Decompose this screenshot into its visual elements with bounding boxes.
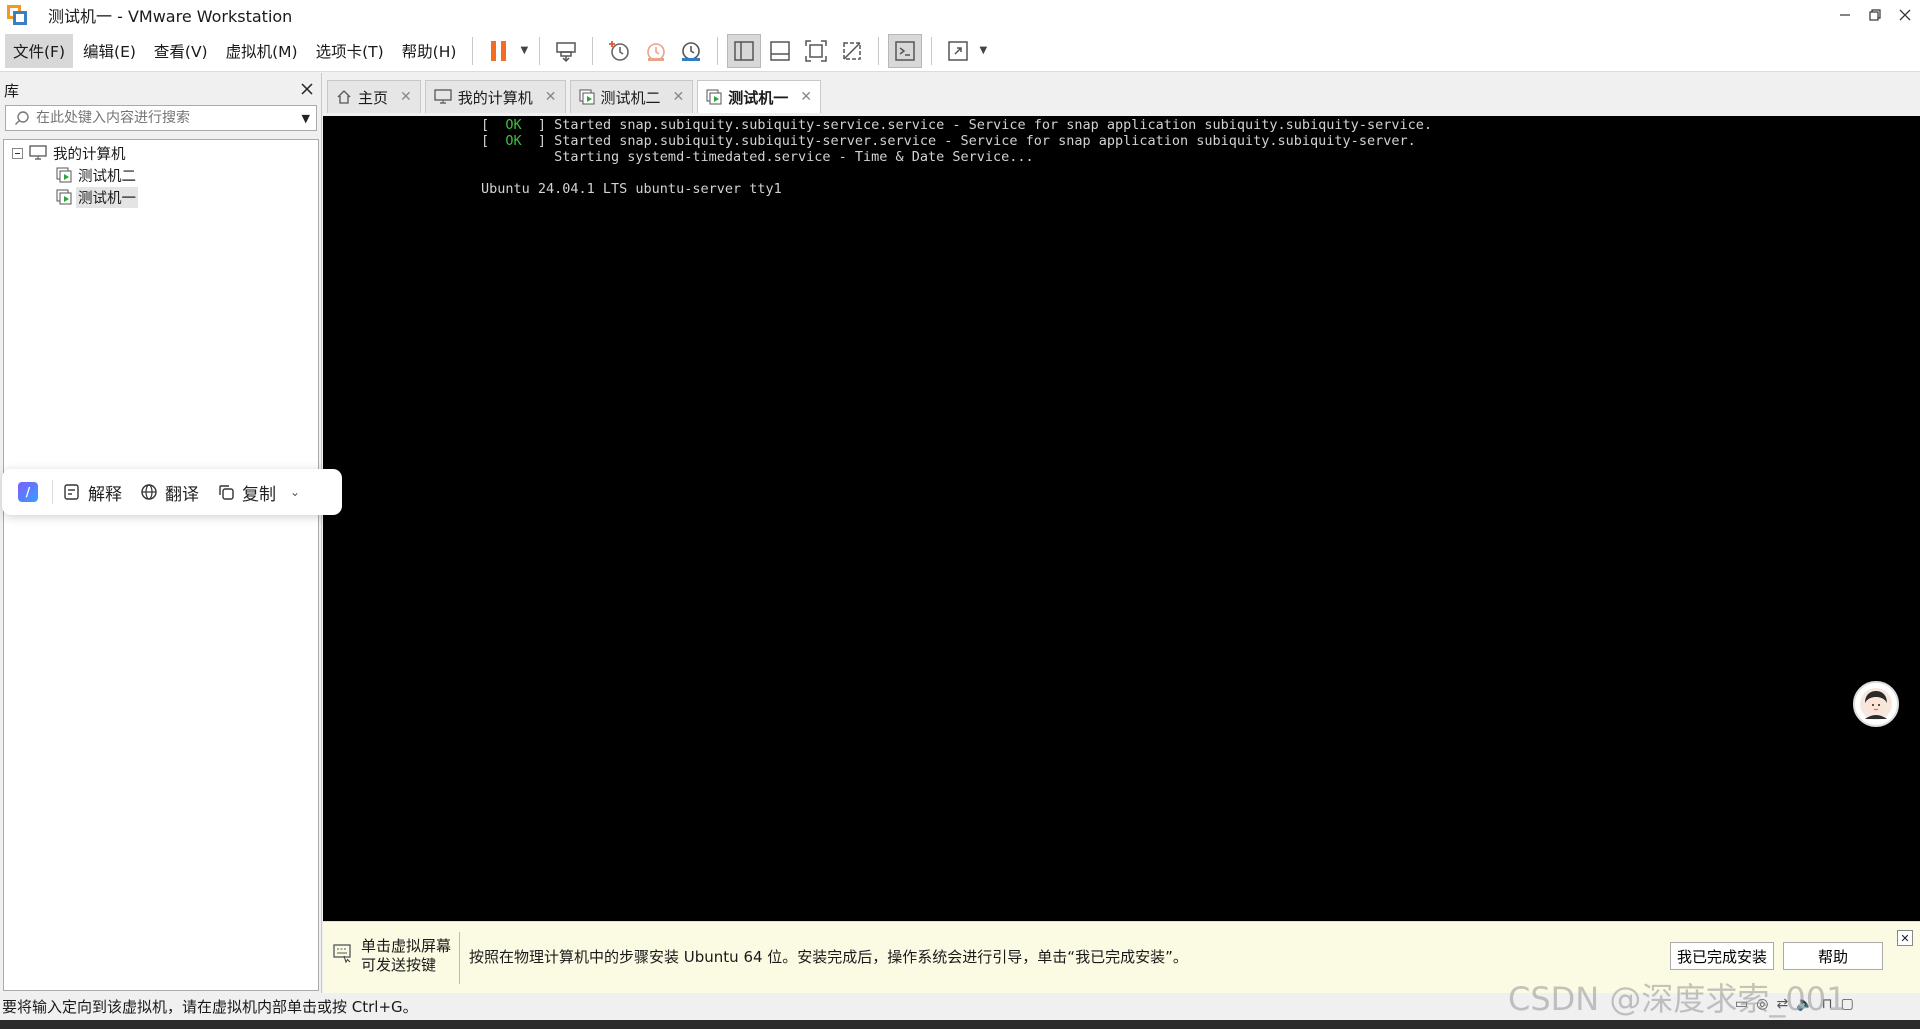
- tab-close-icon[interactable]: ✕: [545, 89, 557, 105]
- send-ctrl-alt-del-icon[interactable]: [549, 34, 583, 68]
- selection-tool-bar: / 解释 翻译 复制 ⌄: [2, 469, 342, 515]
- vm-icon: [706, 89, 722, 105]
- close-infobar-icon[interactable]: ✕: [1897, 930, 1913, 946]
- infobar-divider: [459, 932, 460, 984]
- toolbar-divider: [592, 36, 594, 65]
- vm-icon: [56, 167, 72, 183]
- toolbar-divider: [717, 36, 719, 65]
- close-button[interactable]: [1890, 0, 1920, 30]
- copy-button[interactable]: 复制: [217, 480, 276, 505]
- computer-icon: [29, 145, 47, 161]
- main-content: 主页 ✕ 我的计算机 ✕ 测试机二 ✕ 测试机一 ✕ [ OK ] Starte…: [323, 73, 1920, 993]
- stretch-guest-icon[interactable]: [941, 34, 975, 68]
- console-line: [ OK ] Started snap.subiquity.subiquity-…: [481, 117, 1432, 133]
- home-icon: [336, 89, 352, 105]
- library-panel: 库 ▼ 我的计算机 测试机二: [0, 73, 322, 993]
- window-title: 测试机一 - VMware Workstation: [48, 7, 293, 26]
- tab-my-computer[interactable]: 我的计算机 ✕: [424, 80, 566, 113]
- help-button[interactable]: 帮助: [1783, 942, 1883, 970]
- toolbar-divider: [539, 36, 541, 65]
- tab-close-icon[interactable]: ✕: [800, 89, 812, 105]
- tree-label: 测试机二: [78, 168, 136, 185]
- taskbar-strip: [0, 1020, 1920, 1029]
- toolbar-divider: [878, 36, 880, 65]
- tree-item-vm[interactable]: 测试机二: [56, 165, 138, 185]
- power-dropdown-chevron-icon[interactable]: ▼: [517, 34, 531, 68]
- tree-label-selected: 测试机一: [76, 186, 138, 208]
- keyboard-icon: [333, 942, 353, 964]
- tab-close-icon[interactable]: ✕: [400, 89, 412, 105]
- full-screen-icon[interactable]: [799, 34, 833, 68]
- tree-item-my-computer[interactable]: 我的计算机: [12, 143, 128, 163]
- unity-icon[interactable]: [835, 34, 869, 68]
- toolbar-divider: [472, 36, 474, 65]
- tab-vm-2[interactable]: 测试机二 ✕: [569, 80, 694, 113]
- collapse-icon[interactable]: [12, 147, 23, 159]
- tab-label: 测试机二: [600, 88, 661, 107]
- search-dropdown-chevron-icon[interactable]: ▼: [302, 112, 310, 125]
- tab-close-icon[interactable]: ✕: [673, 89, 685, 105]
- title-bar: 测试机一 - VMware Workstation: [0, 0, 1920, 30]
- tree-label: 我的计算机: [53, 146, 126, 163]
- copy-icon: [219, 485, 234, 500]
- finish-install-button[interactable]: 我已完成安装: [1670, 942, 1774, 970]
- menu-toolbar: 文件(F) 编辑(E) 查看(V) 虚拟机(M) 选项卡(T) 帮助(H) ▼ …: [0, 30, 1920, 72]
- menu-view[interactable]: 查看(V): [146, 34, 216, 68]
- revert-snapshot-icon[interactable]: [638, 34, 672, 68]
- csdn-watermark: CSDN @深度求索_001: [1508, 980, 1847, 1018]
- minimize-button[interactable]: [1830, 0, 1860, 30]
- menu-file[interactable]: 文件(F): [5, 33, 74, 68]
- console-line: Starting systemd-timedated.service - Tim…: [481, 149, 1034, 165]
- vmware-logo-icon: [6, 4, 28, 26]
- float-divider: [52, 480, 53, 504]
- console-view-icon[interactable]: [888, 33, 923, 68]
- console-line: [ OK ] Started snap.subiquity.subiquity-…: [481, 133, 1416, 149]
- computer-icon: [434, 89, 452, 105]
- click-hint: 单击虚拟屏幕 可发送按键: [361, 937, 452, 974]
- console-line: Ubuntu 24.04.1 LTS ubuntu-server tty1: [481, 181, 782, 197]
- stretch-dropdown-chevron-icon[interactable]: ▼: [976, 34, 990, 68]
- explain-icon: [64, 484, 79, 500]
- menu-tabs[interactable]: 选项卡(T): [308, 34, 392, 68]
- assistant-avatar-icon[interactable]: [1853, 681, 1899, 727]
- toolbar-divider: [931, 36, 933, 65]
- library-search-input[interactable]: [30, 110, 302, 126]
- globe-icon: [141, 484, 157, 500]
- menu-edit[interactable]: 编辑(E): [75, 34, 144, 68]
- snapshot-icon[interactable]: [602, 34, 636, 68]
- menu-help[interactable]: 帮助(H): [394, 34, 465, 68]
- vm-icon: [56, 189, 72, 205]
- thumbnail-bar-icon[interactable]: [763, 34, 797, 68]
- tab-label: 我的计算机: [457, 88, 533, 107]
- manage-snapshots-icon[interactable]: [674, 34, 708, 68]
- status-text: 要将输入定向到该虚拟机，请在虚拟机内部单击或按 Ctrl+G。: [2, 998, 418, 1016]
- tab-strip: 主页 ✕ 我的计算机 ✕ 测试机二 ✕ 测试机一 ✕: [327, 80, 825, 113]
- tree-item-vm[interactable]: 测试机一: [56, 186, 138, 208]
- install-message: 按照在物理计算机中的步骤安装 Ubuntu 64 位。安装完成后，操作系统会进行…: [469, 948, 1188, 966]
- close-library-icon[interactable]: [301, 81, 313, 99]
- explain-button[interactable]: 解释: [63, 480, 122, 505]
- tab-label: 主页: [358, 88, 389, 107]
- library-search-box: ▼: [5, 105, 317, 131]
- show-library-icon[interactable]: [727, 33, 762, 68]
- restore-button[interactable]: [1860, 0, 1890, 30]
- vm-console-screen[interactable]: [ OK ] Started snap.subiquity.subiquity-…: [323, 116, 1920, 921]
- search-icon: [14, 110, 30, 126]
- assistant-logo-icon[interactable]: /: [18, 482, 38, 502]
- translate-button[interactable]: 翻译: [140, 480, 199, 505]
- tab-home[interactable]: 主页 ✕: [327, 80, 421, 113]
- tab-vm-1[interactable]: 测试机一 ✕: [697, 80, 821, 113]
- library-tree: 我的计算机 测试机二 测试机一: [3, 139, 319, 991]
- library-title: 库: [4, 81, 20, 100]
- tab-label: 测试机一: [728, 88, 789, 107]
- vm-icon: [579, 89, 595, 105]
- more-chevron-icon[interactable]: ⌄: [290, 485, 300, 499]
- pause-icon[interactable]: [482, 34, 516, 68]
- menu-vm[interactable]: 虚拟机(M): [218, 34, 306, 68]
